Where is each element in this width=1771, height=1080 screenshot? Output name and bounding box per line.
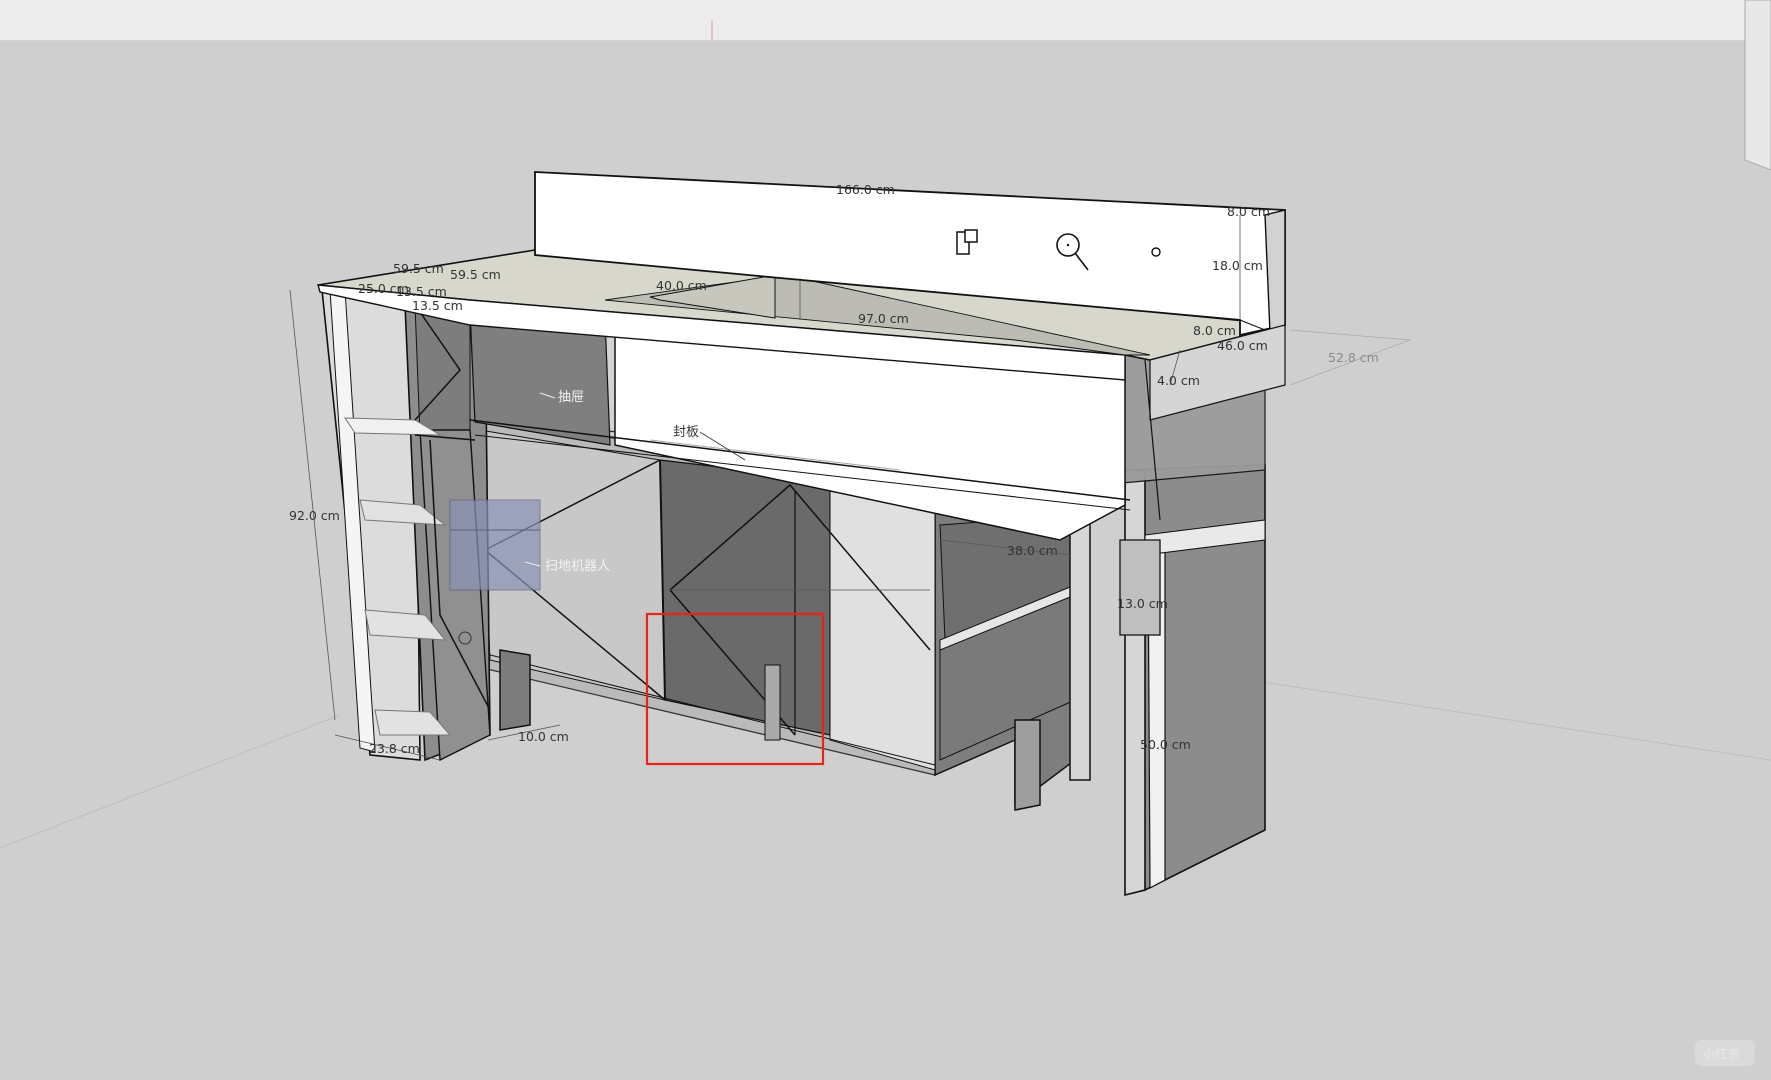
dim-gap-bottom: 10.0 cm xyxy=(518,729,569,744)
label-drawer: 抽屉 xyxy=(558,390,584,405)
viewport-3d[interactable]: 166.0 cm 8.0 cm 18.0 cm 40.0 cm 97.0 cm … xyxy=(0,0,1771,1080)
dim-left-width-13b: 13.5 cm xyxy=(412,298,463,313)
dim-backsplash-thickness: 8.0 cm xyxy=(1227,204,1270,219)
dim-right-c: 4.0 cm xyxy=(1157,373,1200,388)
dim-shelf-width: 38.0 cm xyxy=(1007,543,1058,558)
svg-text:小红书: 小红书 xyxy=(1703,1046,1739,1061)
dim-sink-width: 40.0 cm xyxy=(656,278,707,293)
dim-height-total: 92.0 cm xyxy=(289,508,340,523)
watermark: 小红书 xyxy=(1695,1040,1755,1066)
dim-depth-faint: 52.8 cm xyxy=(1328,350,1379,365)
dim-backsplash-height: 18.0 cm xyxy=(1212,258,1263,273)
dim-notch-height: 13.0 cm xyxy=(1117,596,1168,611)
label-robot-vacuum: 扫地机器人 xyxy=(545,559,610,574)
label-seal-panel: 封板 xyxy=(673,425,699,440)
distant-object xyxy=(1744,0,1771,171)
right-leg-panel[interactable] xyxy=(1119,464,1266,897)
dim-left-depth-b: 59.5 cm xyxy=(450,267,501,282)
dim-right-b: 46.0 cm xyxy=(1217,338,1268,353)
vanity-model[interactable]: 166.0 cm 8.0 cm 18.0 cm 40.0 cm 97.0 cm … xyxy=(0,0,1771,1080)
dim-leg-height: 50.0 cm xyxy=(1140,737,1191,752)
dim-right-a: 8.0 cm xyxy=(1193,323,1236,338)
dim-left-bottom-width: 23.8 cm xyxy=(369,741,420,756)
dim-counter-front: 97.0 cm xyxy=(858,311,909,326)
dim-left-depth-a: 59.5 cm xyxy=(393,261,444,276)
dim-left-width-13a: 13.5 cm xyxy=(396,284,447,299)
dim-top-length: 166.0 cm xyxy=(836,182,895,197)
